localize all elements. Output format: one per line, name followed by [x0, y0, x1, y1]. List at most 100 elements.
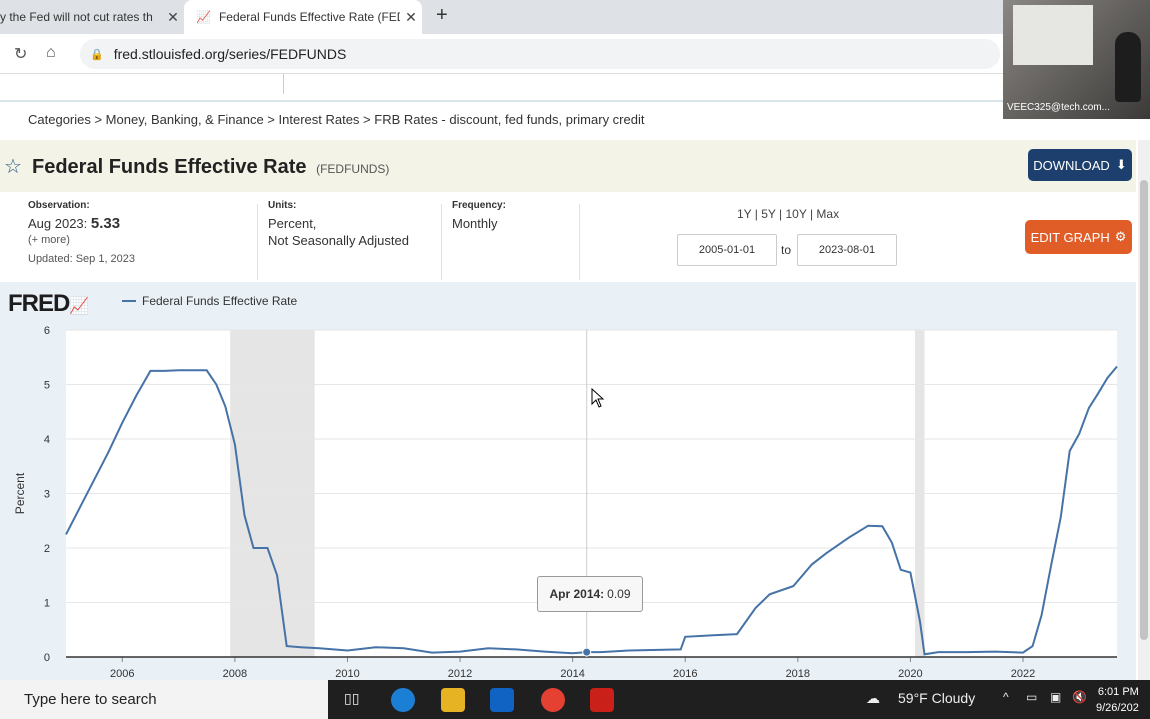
y-tick-label: 4 — [44, 434, 50, 446]
edit-graph-label: EDIT GRAPH — [1030, 229, 1110, 245]
range-links[interactable]: 1Y | 5Y | 10Y | Max — [737, 207, 839, 221]
y-tick-label: 2 — [44, 543, 50, 555]
x-tick-label: 2018 — [786, 668, 810, 680]
close-icon[interactable]: ✕ — [400, 9, 422, 26]
y-tick-label: 3 — [44, 489, 50, 501]
tooltip-date: Apr 2014: — [549, 587, 605, 601]
fedfunds-chart[interactable]: 0 1 2 3 4 5 6 2006 2008 2010 2012 2014 2016 2018 2020 2… — [0, 322, 1136, 680]
weather-text[interactable]: 59°F Cloudy — [898, 690, 975, 706]
start-date-input[interactable]: 2005-01-01 — [677, 234, 777, 266]
tooltip-value: 0.09 — [607, 587, 631, 601]
frequency-label: Frequency: — [452, 200, 506, 211]
edit-graph-button[interactable]: EDIT GRAPH ⚙ — [1025, 220, 1132, 254]
divider — [441, 204, 442, 280]
observation-label: Observation: — [28, 200, 90, 211]
observation-value: 5.33 — [90, 215, 121, 232]
y-axis-label: Percent — [13, 472, 27, 514]
divider — [257, 204, 258, 280]
scrollbar-thumb[interactable] — [1140, 180, 1148, 640]
x-tick-label: 2008 — [223, 668, 247, 680]
chart-legend[interactable]: Federal Funds Effective Rate — [122, 294, 297, 308]
chart-icon: 📈 — [196, 10, 211, 24]
webcam-overlay: VEEC325@tech.com... — [1003, 0, 1150, 119]
more-link[interactable]: (+ more) — [28, 232, 135, 249]
gear-icon: ⚙ — [1114, 229, 1127, 244]
observation-line: Aug 2023: 5.33 — [28, 215, 135, 232]
battery-icon[interactable]: ▭ — [1026, 690, 1037, 704]
cloud-icon: ☁ — [866, 690, 880, 706]
download-label: DOWNLOAD — [1033, 157, 1110, 173]
page-scrollbar[interactable] — [1138, 140, 1150, 680]
page-title: Federal Funds Effective Rate (FEDFUNDS) — [32, 156, 389, 179]
chrome-icon[interactable] — [541, 688, 565, 712]
series-title-text: Federal Funds Effective Rate — [32, 156, 307, 178]
frequency-block: Frequency: Monthly — [452, 200, 506, 232]
file-explorer-icon[interactable] — [441, 688, 465, 712]
x-tick-label: 2014 — [560, 668, 584, 680]
address-bar-row: ↻ ⌂ 🔒 fred.stlouisfed.org/series/FEDFUND… — [0, 34, 1150, 74]
x-tick-label: 2006 — [110, 668, 134, 680]
chevron-up-icon[interactable]: ^ — [1003, 690, 1009, 704]
to-label: to — [781, 243, 792, 257]
clock-date: 9/26/202 — [1096, 702, 1139, 714]
fred-logo-text: FRED — [8, 290, 70, 317]
units-block: Units: Percent, Not Seasonally Adjusted — [268, 200, 409, 249]
units-line1: Percent, — [268, 216, 317, 231]
windows-taskbar: Type here to search ▯▯ ☁ 59°F Cloudy ^ ▭… — [0, 680, 1150, 719]
network-icon[interactable]: ▣ — [1050, 690, 1061, 704]
star-icon[interactable]: ☆ — [4, 154, 22, 179]
fred-logo-chart-icon: 📈 — [69, 298, 89, 315]
y-tick-label: 1 — [44, 598, 50, 610]
search-placeholder: Type here to search — [24, 691, 157, 708]
y-tick-label: 0 — [44, 652, 50, 664]
chart-tooltip: Apr 2014: 0.09 — [537, 576, 643, 612]
home-icon[interactable]: ⌂ — [46, 44, 56, 62]
hover-point — [582, 647, 592, 657]
url-field[interactable]: 🔒 fred.stlouisfed.org/series/FEDFUNDS — [80, 39, 1000, 69]
breadcrumb[interactable]: Categories > Money, Banking, & Finance >… — [28, 112, 644, 127]
x-tick-label: 2010 — [335, 668, 359, 680]
projector-screen — [1013, 5, 1093, 65]
y-tick-label: 6 — [44, 325, 50, 337]
download-button[interactable]: DOWNLOAD ⬇ — [1028, 149, 1132, 181]
browser-tab-bar: y the Fed will not cut rates th ✕ 📈 Fede… — [0, 0, 1150, 34]
outlook-icon[interactable] — [490, 688, 514, 712]
x-tick-label: 2012 — [448, 668, 472, 680]
observation-date: Aug 2023: — [28, 216, 88, 231]
units-line2: Not Seasonally Adjusted — [268, 233, 409, 248]
fred-logo: FRED📈 — [8, 290, 89, 318]
x-tick-label: 2022 — [1011, 668, 1035, 680]
legend-swatch — [122, 300, 136, 302]
frequency-value: Monthly — [452, 216, 498, 231]
acrobat-icon[interactable] — [590, 688, 614, 712]
taskbar-search[interactable]: Type here to search — [0, 680, 328, 719]
series-title-bar: ☆ Federal Funds Effective Rate (FEDFUNDS… — [0, 140, 1136, 192]
series-id: (FEDFUNDS) — [316, 162, 390, 176]
legend-label: Federal Funds Effective Rate — [142, 294, 298, 308]
updated-text: Updated: Sep 1, 2023 — [28, 253, 136, 265]
volume-muted-icon[interactable]: 🔇 — [1072, 690, 1087, 704]
x-tick-label: 2016 — [673, 668, 697, 680]
webcam-label: VEEC325@tech.com... — [1007, 102, 1110, 113]
taskbar-clock[interactable]: 6:01 PM 9/26/202 — [1096, 684, 1139, 716]
site-header-strip — [0, 74, 1150, 102]
task-view-icon[interactable]: ▯▯ — [344, 690, 359, 707]
clock-time: 6:01 PM — [1097, 686, 1139, 698]
y-tick-label: 5 — [44, 380, 50, 392]
divider — [579, 204, 580, 280]
mouse-cursor-icon — [591, 388, 605, 408]
end-date-input[interactable]: 2023-08-01 — [797, 234, 897, 266]
x-tick-label: 2020 — [898, 668, 922, 680]
new-tab-plus-icon[interactable]: + — [436, 4, 448, 27]
tab-fed-rates-article[interactable]: y the Fed will not cut rates th ✕ — [0, 0, 184, 34]
divider — [283, 74, 284, 94]
reload-icon[interactable]: ↻ — [14, 44, 27, 64]
units-label: Units: — [268, 200, 297, 211]
presenter — [1115, 32, 1141, 102]
edge-icon[interactable] — [391, 688, 415, 712]
tab-title: Federal Funds Effective Rate (FEDFUNDS) — [218, 10, 400, 24]
observation-block: Observation: Aug 2023: 5.33 (+ more) Upd… — [28, 200, 135, 268]
close-icon[interactable]: ✕ — [162, 9, 184, 26]
tab-fedfunds[interactable]: 📈 Federal Funds Effective Rate (FEDFUNDS… — [184, 0, 422, 34]
download-icon: ⬇ — [1115, 157, 1127, 172]
